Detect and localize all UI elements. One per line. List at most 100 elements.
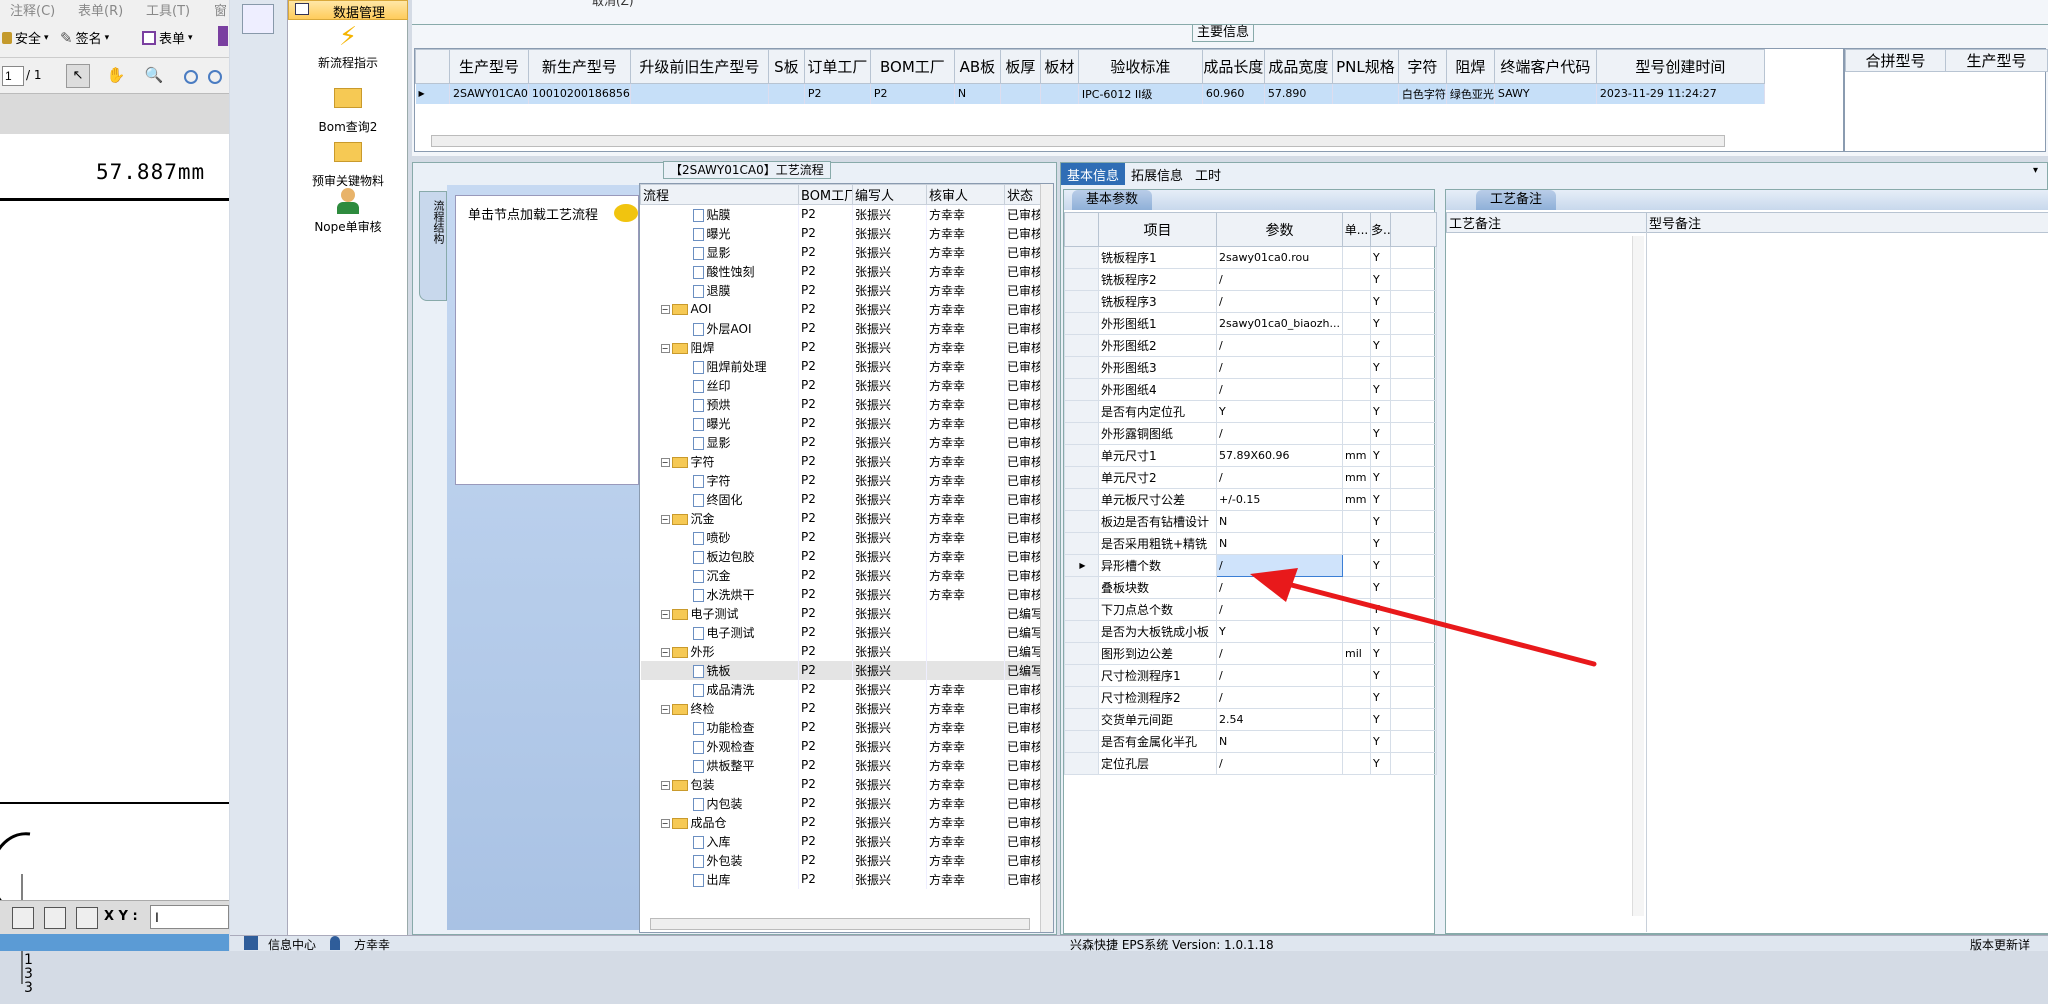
select-tool-icon[interactable]: ↖ <box>66 64 90 88</box>
tab-extended-info[interactable]: 拓展信息 <box>1125 163 1189 185</box>
page-number-input[interactable] <box>2 66 24 86</box>
param-row[interactable]: 铣板程序12sawy01ca0.rouY <box>1065 247 1437 269</box>
param-value[interactable]: +/-0.15 <box>1217 489 1343 511</box>
param-row[interactable]: 是否为大板铣成小板YY <box>1065 621 1437 643</box>
col-header[interactable]: 升级前旧生产型号 <box>630 50 768 84</box>
tree-row[interactable]: 出库P2张振兴方幸幸已审核 <box>641 870 1041 889</box>
xy-input[interactable] <box>150 905 229 929</box>
tree-row[interactable]: 预烘P2张振兴方幸幸已审核 <box>641 395 1041 414</box>
nav-item-key-material[interactable]: 预审关键物料 <box>288 138 408 189</box>
param-row[interactable]: 是否有金属化半孔NY <box>1065 731 1437 753</box>
param-value[interactable]: / <box>1217 643 1343 665</box>
param-row[interactable]: 尺寸检测程序2/Y <box>1065 687 1437 709</box>
extra-icon[interactable] <box>218 26 228 46</box>
nav-item-nope-review[interactable]: Nope单审核 <box>288 188 408 235</box>
tree-row[interactable]: 入库P2张振兴方幸幸已审核 <box>641 832 1041 851</box>
param-value[interactable]: / <box>1217 555 1343 577</box>
param-value[interactable]: N <box>1217 511 1343 533</box>
menu-window[interactable]: 窗 <box>214 0 227 19</box>
tree-group-row[interactable]: −沉金P2张振兴方幸幸已审核 <box>641 509 1041 528</box>
cell[interactable]: P2 <box>804 84 870 104</box>
collapse-icon[interactable]: − <box>661 705 670 714</box>
param-value[interactable]: / <box>1217 335 1343 357</box>
cell[interactable]: 绿色亚光 <box>1446 84 1494 104</box>
zoom-tool-icon[interactable]: 🔍 <box>142 64 166 88</box>
grid-icon[interactable] <box>76 907 98 929</box>
col-header[interactable]: 核审人 <box>927 185 1005 205</box>
col-header[interactable]: 生产型号 <box>450 50 529 84</box>
cell[interactable]: 57.890 <box>1264 84 1332 104</box>
tree-group-row[interactable]: −字符P2张振兴方幸幸已审核 <box>641 452 1041 471</box>
param-value[interactable]: / <box>1217 269 1343 291</box>
param-row[interactable]: 尺寸检测程序1/Y <box>1065 665 1437 687</box>
tree-row[interactable]: 功能检查P2张振兴方幸幸已审核 <box>641 718 1041 737</box>
tree-row[interactable]: 外层AOIP2张振兴方幸幸已审核 <box>641 319 1041 338</box>
col-header[interactable]: AB板 <box>954 50 1000 84</box>
fit-icon[interactable] <box>12 907 34 929</box>
tree-row[interactable]: 贴膜P2张振兴方幸幸已审核 <box>641 205 1041 224</box>
cell[interactable]: SAWY <box>1494 84 1596 104</box>
param-value[interactable]: / <box>1217 665 1343 687</box>
tree-row[interactable]: 板边包胶P2张振兴方幸幸已审核 <box>641 547 1041 566</box>
cell[interactable]: N <box>954 84 1000 104</box>
cell[interactable] <box>1040 84 1078 104</box>
tab-work-hours[interactable]: 工时 <box>1189 163 1227 185</box>
menu-tools[interactable]: 工具(T) <box>146 0 190 19</box>
form-button[interactable]: 表单▾ <box>142 28 193 47</box>
tree-row[interactable]: 显影P2张振兴方幸幸已审核 <box>641 433 1041 452</box>
tab-basic-info[interactable]: 基本信息 <box>1061 163 1125 185</box>
col-header[interactable]: 终端客户代码 <box>1494 50 1596 84</box>
param-value[interactable]: / <box>1217 599 1343 621</box>
param-row[interactable]: 图形到边公差/milY <box>1065 643 1437 665</box>
nav-item-bom-query[interactable]: Bom查询2 <box>288 84 408 135</box>
col-header[interactable]: 项目 <box>1099 213 1217 247</box>
col-header[interactable]: 型号备注 <box>1647 213 2048 233</box>
tree-row[interactable]: 丝印P2张振兴方幸幸已审核 <box>641 376 1041 395</box>
col-header[interactable]: 单... <box>1343 213 1371 247</box>
tree-row[interactable]: 成品清洗P2张振兴方幸幸已审核 <box>641 680 1041 699</box>
cell[interactable]: 白色字符 <box>1398 84 1446 104</box>
tree-group-row[interactable]: −外形P2张振兴已编写 <box>641 642 1041 661</box>
menu-annotate[interactable]: 注释(C) <box>10 0 55 19</box>
param-value[interactable]: 2.54 <box>1217 709 1343 731</box>
gamepad-icon[interactable] <box>242 4 274 34</box>
tree-row[interactable]: 烘板整平P2张振兴方幸幸已审核 <box>641 756 1041 775</box>
param-row[interactable]: 单元尺寸2/mmY <box>1065 467 1437 489</box>
param-value[interactable]: Y <box>1217 401 1343 423</box>
cell[interactable]: IPC-6012 II级 <box>1078 84 1202 104</box>
collapse-icon[interactable]: − <box>661 458 670 467</box>
col-header[interactable]: 生产型号 <box>1946 50 2048 72</box>
cell[interactable] <box>630 84 768 104</box>
cancel-text[interactable]: 取消(Z) <box>592 0 634 9</box>
param-row[interactable]: 外形图纸4/Y <box>1065 379 1437 401</box>
param-value[interactable]: Y <box>1217 621 1343 643</box>
collapse-icon[interactable]: − <box>661 610 670 619</box>
col-header[interactable]: BOM工厂 <box>799 185 853 205</box>
col-header[interactable]: 流程 <box>641 185 799 205</box>
chevron-down-icon[interactable]: ▾ <box>2033 165 2038 176</box>
col-header[interactable]: 订单工厂 <box>804 50 870 84</box>
param-value[interactable]: / <box>1217 291 1343 313</box>
tree-row[interactable]: 铣板P2张振兴已编写 <box>641 661 1041 680</box>
param-row[interactable]: 外形图纸12sawy01ca0_biaozh...Y <box>1065 313 1437 335</box>
col-header[interactable]: 合拼型号 <box>1846 50 1946 72</box>
tree-row[interactable]: 外包装P2张振兴方幸幸已审核 <box>641 851 1041 870</box>
hand-tool-icon[interactable]: ✋ <box>104 64 128 88</box>
col-header[interactable]: 编写人 <box>853 185 927 205</box>
param-row[interactable]: 板边是否有钻槽设计NY <box>1065 511 1437 533</box>
param-value[interactable]: 2sawy01ca0_biaozh... <box>1217 313 1343 335</box>
cell[interactable]: 2023-11-29 11:24:27 <box>1596 84 1764 104</box>
param-row[interactable]: 是否采用粗铣+精铣NY <box>1065 533 1437 555</box>
zoom-out-icon[interactable] <box>184 70 198 84</box>
param-row[interactable]: 外形露铜图纸/Y <box>1065 423 1437 445</box>
param-row[interactable]: 交货单元间距2.54Y <box>1065 709 1437 731</box>
col-header[interactable]: 状态 <box>1005 185 1041 205</box>
table-row[interactable]: ▶ 2SAWY01CA0 10010200186856 P2 P2 N IPC-… <box>416 84 1765 104</box>
col-header[interactable]: 成品宽度 <box>1264 50 1332 84</box>
cell[interactable]: P2 <box>870 84 954 104</box>
col-header[interactable]: 板厚 <box>1000 50 1040 84</box>
param-value[interactable]: N <box>1217 731 1343 753</box>
sign-button[interactable]: ✎签名▾ <box>60 28 109 47</box>
col-header[interactable]: 阻焊 <box>1446 50 1494 84</box>
collapse-icon[interactable]: − <box>661 819 670 828</box>
